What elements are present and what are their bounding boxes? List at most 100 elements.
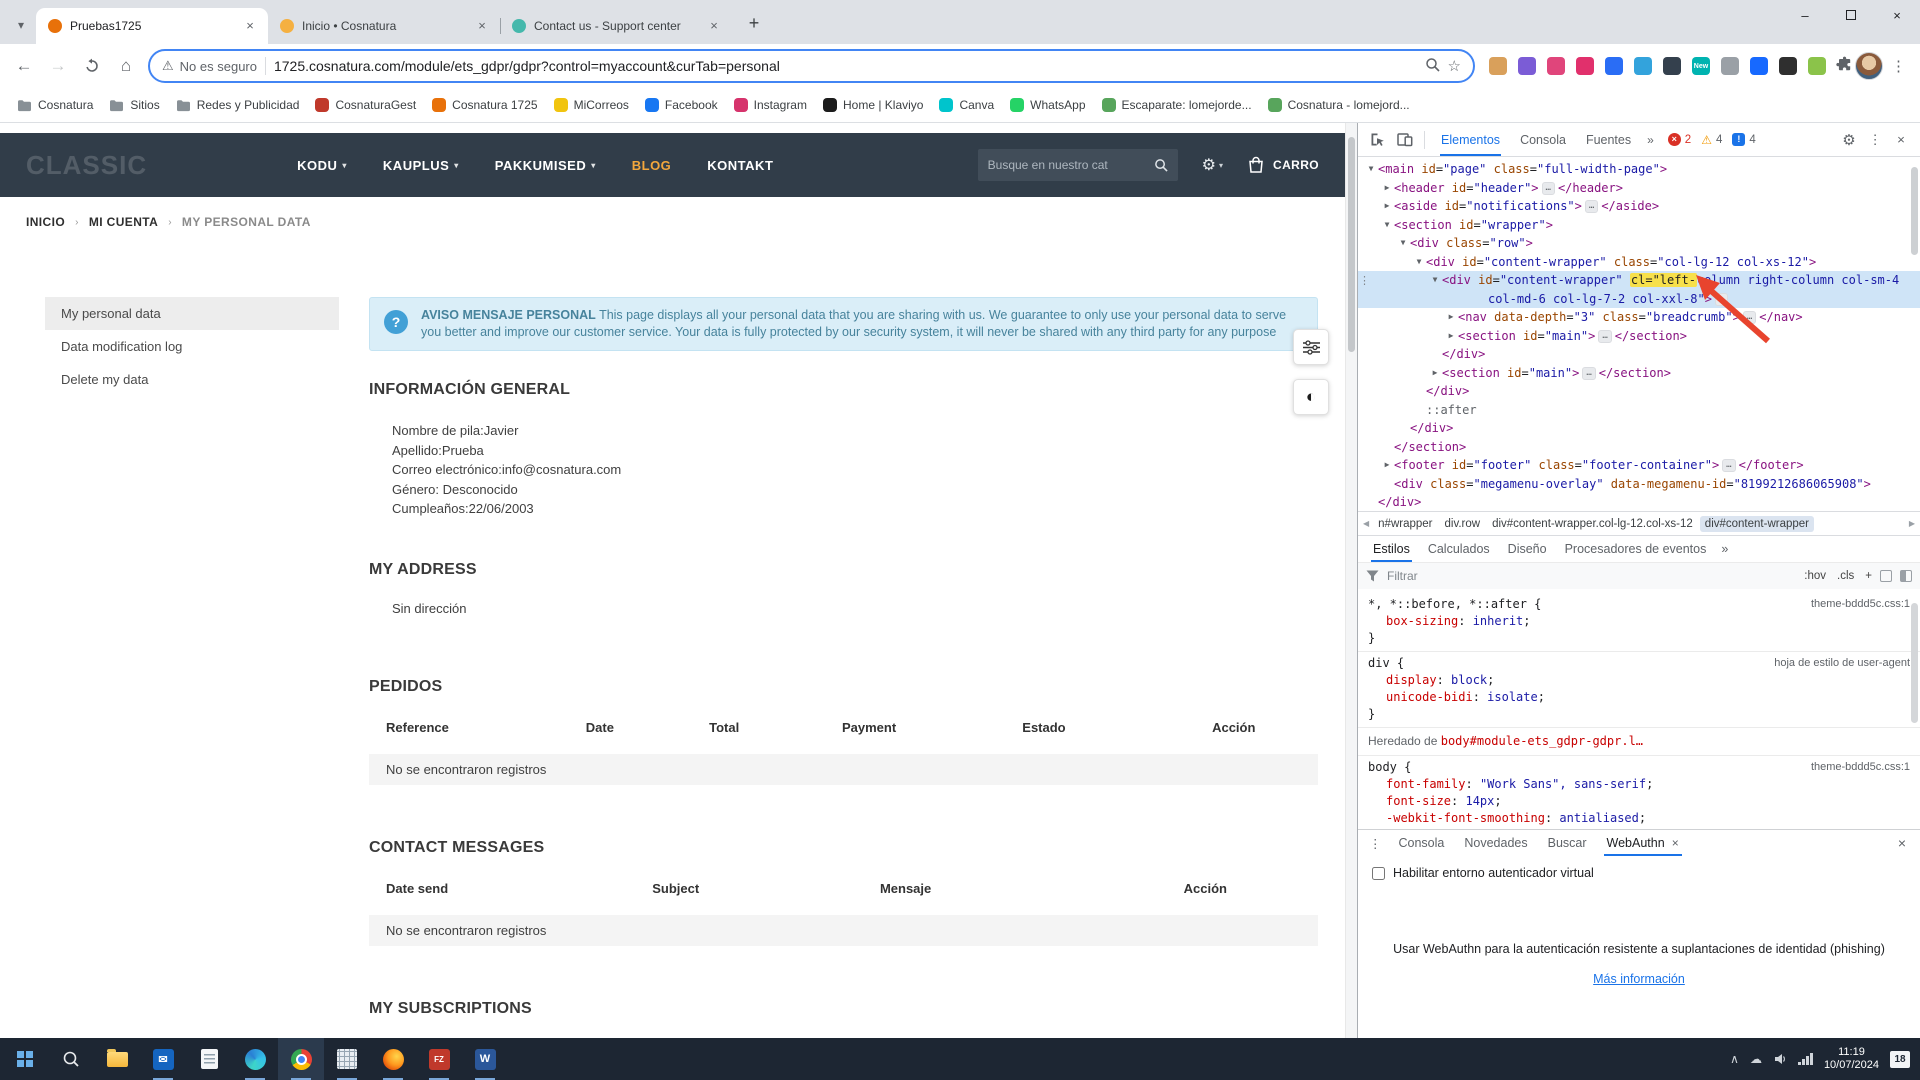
word-taskbar-button[interactable]: W [462, 1038, 508, 1080]
expand-arrow-icon[interactable]: ▼ [1396, 234, 1410, 253]
bookmark-star-icon[interactable]: ☆ [1448, 57, 1461, 75]
maximize-button[interactable] [1828, 0, 1874, 30]
dom-tree-node[interactable]: </div> [1358, 345, 1920, 364]
styles-tab-estilos[interactable]: Estilos [1364, 536, 1419, 562]
css-property[interactable]: box-sizing: inherit; [1368, 613, 1910, 630]
explorer-taskbar-button[interactable] [94, 1038, 140, 1080]
stylesheet-link[interactable]: theme-bddd5c.css:1 [1811, 759, 1910, 776]
customizer-button[interactable] [1293, 329, 1329, 365]
tab-close-icon[interactable]: × [706, 18, 722, 34]
profile-avatar[interactable] [1855, 52, 1883, 80]
notes-taskbar-button[interactable] [186, 1038, 232, 1080]
browser-tab[interactable]: Contact us - Support center× [500, 8, 732, 44]
bookmark-item[interactable]: Redes y Publicidad [169, 94, 307, 116]
nav-item-pakkumised[interactable]: PAKKUMISED▾ [495, 158, 596, 173]
close-button[interactable]: × [1874, 0, 1920, 30]
chrome-taskbar-button[interactable] [278, 1038, 324, 1080]
filezilla-taskbar-button[interactable]: FZ [416, 1038, 462, 1080]
drawer-tab-novedades[interactable]: Novedades [1454, 830, 1537, 856]
scrollbar-thumb[interactable] [1911, 603, 1918, 723]
collapsed-content-icon[interactable]: … [1585, 200, 1598, 213]
elements-breadcrumb-item[interactable]: div#content-wrapper [1700, 516, 1814, 532]
css-property[interactable]: -webkit-font-smoothing: antialiased; [1368, 810, 1910, 827]
extension-icon[interactable] [1663, 57, 1681, 75]
drawer-tab-buscar[interactable]: Buscar [1538, 830, 1597, 856]
collapsed-content-icon[interactable]: … [1582, 367, 1595, 380]
styles-tab-diseño[interactable]: Diseño [1499, 536, 1556, 562]
elements-breadcrumb-item[interactable]: div.row [1440, 516, 1486, 532]
more-tabs-icon[interactable]: » [1715, 542, 1734, 556]
breadcrumb-item[interactable]: MY PERSONAL DATA [182, 215, 311, 229]
dom-tree-node[interactable]: </div> [1358, 382, 1920, 401]
tab-close-icon[interactable]: × [474, 18, 490, 34]
nav-item-kauplus[interactable]: KAUPLUS▾ [383, 158, 459, 173]
nav-item-kontakt[interactable]: KONTAKT [707, 158, 773, 173]
grid-taskbar-button[interactable] [324, 1038, 370, 1080]
tray-expand-icon[interactable]: ∧ [1730, 1052, 1739, 1066]
filter-action-button[interactable]: + [1865, 570, 1872, 582]
back-button[interactable]: ← [8, 50, 40, 82]
dom-tree-node[interactable]: ▶<section id="main">…</section> [1358, 364, 1920, 383]
collapsed-content-icon[interactable]: … [1743, 311, 1756, 324]
collapsed-content-icon[interactable]: … [1715, 293, 1728, 306]
bookmark-item[interactable]: Home | Klaviyo [816, 94, 930, 116]
collapsed-content-icon[interactable]: … [1722, 459, 1735, 472]
expand-arrow-icon[interactable]: ▶ [1380, 456, 1394, 475]
css-property[interactable]: font-size: 14px; [1368, 793, 1910, 810]
elements-breadcrumb-item[interactable]: div#content-wrapper.col-lg-12.col-xs-12 [1487, 516, 1698, 532]
page-scrollbar[interactable] [1345, 123, 1357, 1038]
extension-icon[interactable] [1634, 57, 1652, 75]
devtools-menu-icon[interactable]: ⋮ [1862, 127, 1888, 153]
css-property[interactable]: display: block; [1368, 672, 1910, 689]
warning-count-badge[interactable]: ⚠4 [1701, 133, 1722, 147]
devtools-tab-consola[interactable]: Consola [1510, 123, 1576, 156]
tab-search-button[interactable]: ▾ [8, 12, 34, 38]
scrollbar-thumb[interactable] [1911, 167, 1918, 255]
expand-arrow-icon[interactable]: ▶ [1380, 179, 1394, 198]
dom-tree-node[interactable]: ▶<footer id="footer" class="footer-conta… [1358, 456, 1920, 475]
forward-button[interactable]: → [42, 50, 74, 82]
bookmark-item[interactable]: MiCorreos [547, 94, 636, 116]
breadcrumb-item[interactable]: INICIO [26, 215, 65, 229]
browser-tab[interactable]: Inicio • Cosnatura× [268, 8, 500, 44]
settings-gear-icon[interactable]: ⚙ [1836, 127, 1862, 153]
volume-icon[interactable] [1773, 1052, 1787, 1066]
more-tabs-icon[interactable]: » [1643, 133, 1658, 147]
styles-tab-calculados[interactable]: Calculados [1419, 536, 1499, 562]
tab-close-icon[interactable]: × [242, 18, 258, 34]
crumb-scroll-right-icon[interactable]: ▶ [1907, 519, 1917, 528]
security-chip[interactable]: ⚠ No es seguro [162, 58, 257, 74]
expand-arrow-icon[interactable]: ▶ [1444, 327, 1458, 346]
drawer-tab-consola[interactable]: Consola [1389, 830, 1455, 856]
filter-action-button[interactable]: .cls [1837, 570, 1854, 582]
drawer-close-icon[interactable]: × [1888, 835, 1916, 851]
site-search[interactable]: Busque en nuestro cat [978, 149, 1178, 181]
bookmark-item[interactable]: Sitios [102, 94, 166, 116]
grid-toggle-icon[interactable] [1880, 570, 1892, 582]
elements-breadcrumb-item[interactable]: n#wrapper [1373, 516, 1437, 532]
extension-icon[interactable] [1750, 57, 1768, 75]
dom-scrollbar[interactable] [1910, 163, 1919, 505]
edge-taskbar-button[interactable] [232, 1038, 278, 1080]
extension-icon[interactable] [1518, 57, 1536, 75]
extensions-puzzle-icon[interactable] [1836, 56, 1853, 77]
css-property[interactable]: unicode-bidi: isolate; [1368, 689, 1910, 706]
scrollbar-thumb[interactable] [1348, 137, 1355, 352]
dom-tree-node[interactable]: col-md-6 col-lg-7-2 col-xxl-8">… [1358, 290, 1920, 309]
browser-tab[interactable]: Pruebas1725× [36, 8, 268, 44]
dom-tree-node[interactable]: </section> [1358, 438, 1920, 457]
dom-tree-node[interactable]: ▶<section id="main">…</section> [1358, 327, 1920, 346]
expand-arrow-icon[interactable]: ▼ [1428, 271, 1442, 290]
learn-more-link[interactable]: Más información [1593, 972, 1685, 986]
virtual-authenticator-checkbox[interactable] [1372, 867, 1385, 880]
extension-icon[interactable] [1489, 57, 1507, 75]
reload-button[interactable] [76, 50, 108, 82]
device-toolbar-button[interactable] [1392, 127, 1418, 153]
bookmark-item[interactable]: Canva [932, 94, 1001, 116]
dom-tree-node[interactable]: ::after [1358, 401, 1920, 420]
extension-icon[interactable] [1605, 57, 1623, 75]
extension-icon[interactable]: New [1692, 57, 1710, 75]
new-tab-button[interactable]: + [740, 9, 768, 37]
dom-tree-node[interactable]: ▼<section id="wrapper"> [1358, 216, 1920, 235]
dom-tree-node[interactable]: ▼<div id="content-wrapper" class="col-lg… [1358, 253, 1920, 272]
